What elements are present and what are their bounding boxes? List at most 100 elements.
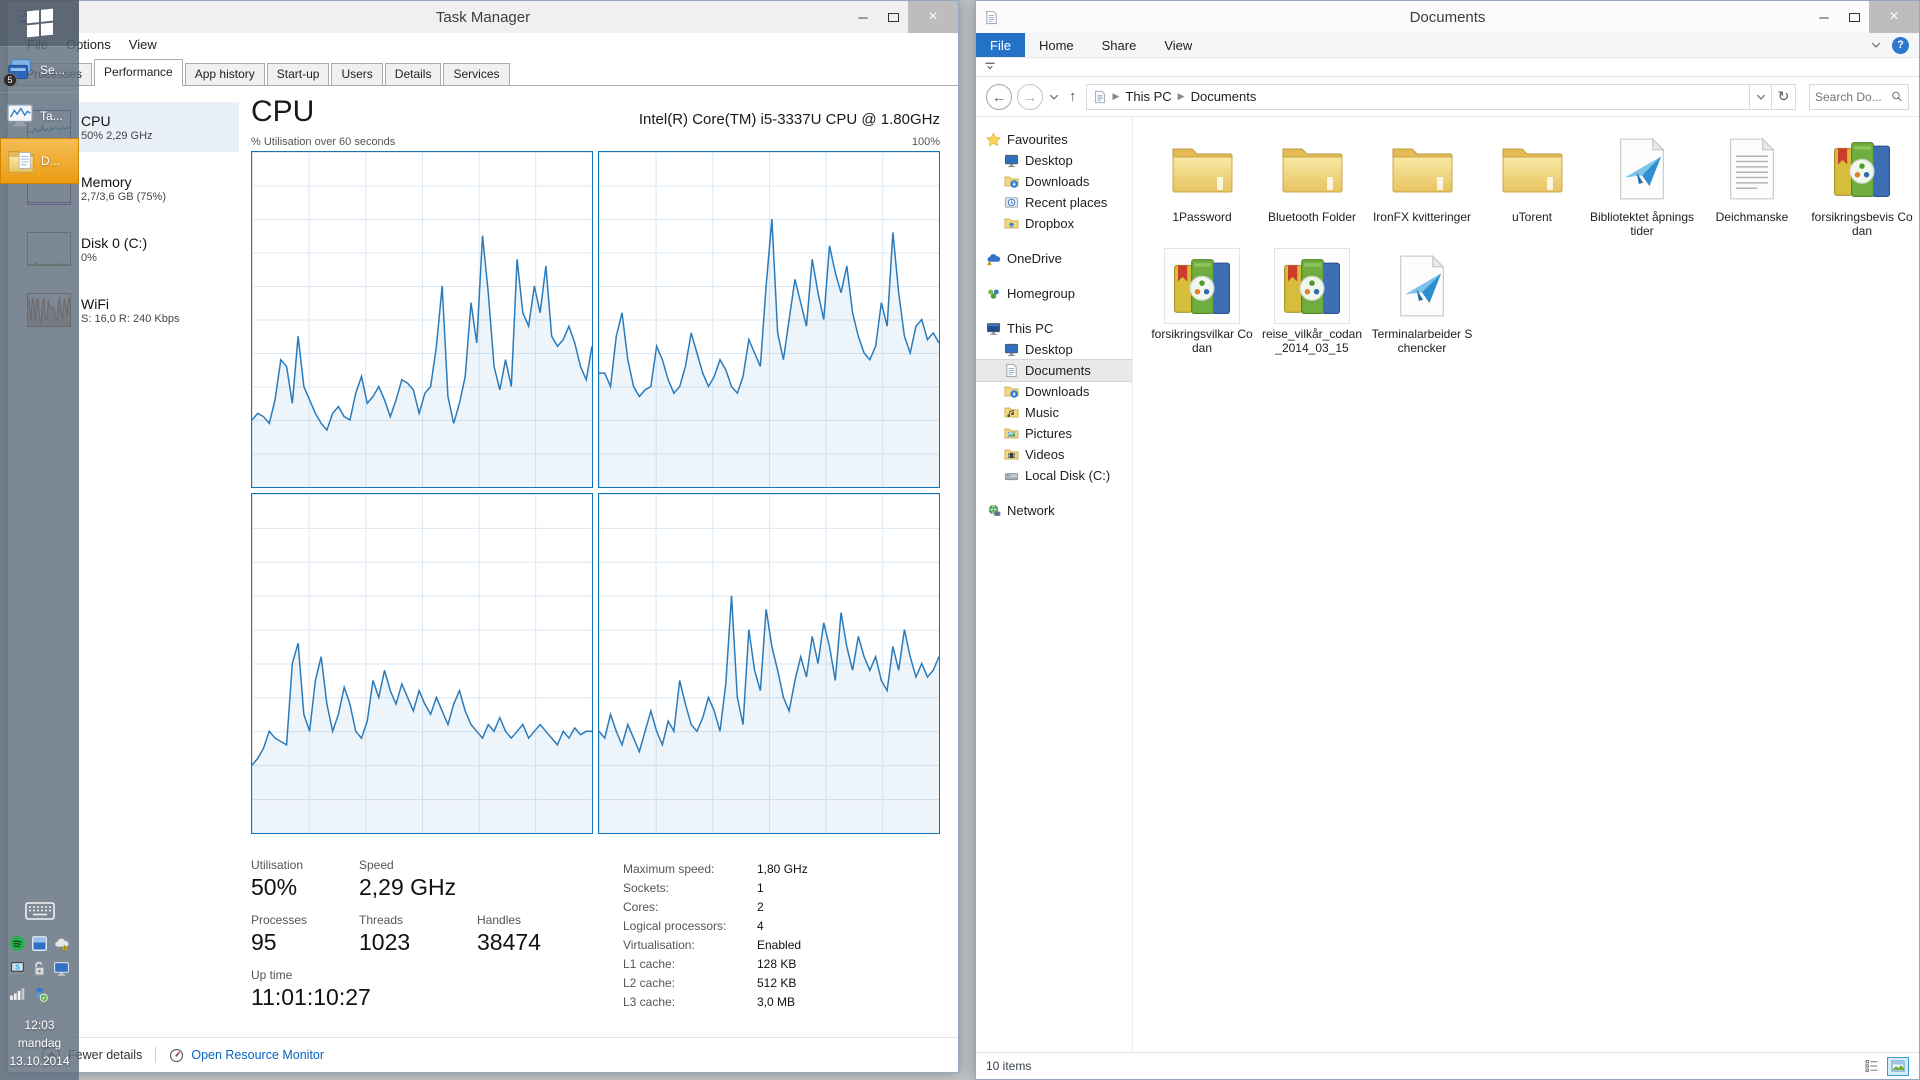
nav-item-desktop[interactable]: Desktop bbox=[976, 339, 1132, 360]
tab-app-history[interactable]: App history bbox=[185, 63, 265, 85]
taskbar-button-ta[interactable]: Ta... bbox=[0, 92, 79, 138]
task-manager-titlebar[interactable]: Task Manager ─ × bbox=[8, 1, 958, 33]
history-chevron-icon[interactable] bbox=[1048, 91, 1060, 103]
spotify-icon[interactable] bbox=[9, 935, 26, 952]
monitor-icon[interactable] bbox=[53, 960, 70, 977]
refresh-button[interactable]: ↻ bbox=[1772, 84, 1796, 110]
detail-label: Maximum speed: bbox=[623, 860, 757, 879]
taskbar-clock[interactable]: 12:03 mandag 13.10.2014 bbox=[0, 1010, 79, 1080]
close-button[interactable]: × bbox=[1869, 1, 1919, 33]
windows-logo-icon bbox=[27, 9, 53, 38]
nav-item-this-pc[interactable]: This PC bbox=[976, 318, 1132, 339]
dropbox-icon[interactable] bbox=[31, 985, 48, 1002]
footer-divider bbox=[155, 1047, 156, 1063]
file-item-reise-vilk-r-codan-2014-03-15[interactable]: reise_vilkår_codan_2014_03_15 bbox=[1257, 248, 1367, 355]
nav-item-documents[interactable]: Documents bbox=[976, 360, 1132, 381]
nav-item-label: Favourites bbox=[1007, 132, 1068, 147]
status-bar: 10 items bbox=[976, 1052, 1919, 1079]
back-button[interactable]: ← bbox=[986, 84, 1012, 110]
forward-button[interactable]: → bbox=[1017, 84, 1043, 110]
search-input[interactable] bbox=[1815, 90, 1891, 104]
up-button[interactable]: ↑ bbox=[1065, 88, 1081, 105]
address-dropdown-button[interactable] bbox=[1750, 84, 1772, 110]
explorer-titlebar[interactable]: Documents ─ × bbox=[976, 1, 1919, 33]
file-item-terminalarbeider-schencker[interactable]: Terminalarbeider Schencker bbox=[1367, 248, 1477, 355]
unlocked-padlock-icon[interactable] bbox=[31, 960, 48, 977]
ribbon-pin-icon[interactable] bbox=[984, 61, 996, 73]
nav-item-local-disk-c[interactable]: Local Disk (C:) bbox=[976, 465, 1132, 486]
tab-details[interactable]: Details bbox=[385, 63, 442, 85]
taskbar-buttons: Se...5Ta...D... bbox=[0, 46, 79, 184]
videos-icon bbox=[1004, 447, 1019, 462]
tab-start-up[interactable]: Start-up bbox=[267, 63, 330, 85]
tab-users[interactable]: Users bbox=[331, 63, 382, 85]
nav-item-onedrive[interactable]: OneDrive bbox=[976, 248, 1132, 269]
cloud-warning-icon[interactable] bbox=[53, 935, 70, 952]
sidebar-item-name: CPU bbox=[81, 113, 153, 129]
fewer-details-button[interactable]: Fewer details bbox=[68, 1048, 142, 1062]
file-item-utorent[interactable]: uTorent bbox=[1477, 131, 1587, 238]
nav-item-downloads[interactable]: Downloads bbox=[976, 171, 1132, 192]
nav-item-label: Pictures bbox=[1025, 426, 1072, 441]
nav-item-homegroup[interactable]: Homegroup bbox=[976, 283, 1132, 304]
file-item-deichmanske[interactable]: Deichmanske bbox=[1697, 131, 1807, 238]
performance-pane: CPU50% 2,29 GHzMemory2,7/3,6 GB (75%)Dis… bbox=[8, 86, 958, 1037]
nav-item-network[interactable]: Network bbox=[976, 500, 1132, 521]
signal-bars-icon[interactable] bbox=[9, 985, 26, 1002]
icons-view-button[interactable] bbox=[1887, 1057, 1909, 1076]
nav-item-downloads[interactable]: Downloads bbox=[976, 381, 1132, 402]
nav-item-desktop[interactable]: Desktop bbox=[976, 150, 1132, 171]
ribbon-tab-view[interactable]: View bbox=[1150, 33, 1206, 57]
item-count: 10 items bbox=[986, 1059, 1031, 1073]
location-icon bbox=[1093, 90, 1107, 104]
taskbar-button-d[interactable]: D... bbox=[0, 138, 79, 184]
nav-item-dropbox[interactable]: Dropbox bbox=[976, 213, 1132, 234]
downloads-icon bbox=[1004, 384, 1019, 399]
ribbon-expand-chevron-icon[interactable] bbox=[1870, 39, 1882, 51]
details-view-button[interactable] bbox=[1861, 1057, 1883, 1076]
graph-axis-label: % Utilisation over 60 seconds bbox=[251, 136, 395, 148]
touch-keyboard-button[interactable] bbox=[0, 895, 79, 927]
cpu-graph-3 bbox=[251, 493, 593, 834]
file-item-bibliotektet-pningstider[interactable]: Bibliotektet åpningstider bbox=[1587, 131, 1697, 238]
breadcrumb-documents[interactable]: Documents bbox=[1191, 89, 1257, 104]
tab-performance[interactable]: Performance bbox=[94, 59, 183, 85]
nav-item-favourites[interactable]: Favourites bbox=[976, 129, 1132, 150]
nav-item-label: Recent places bbox=[1025, 195, 1107, 210]
close-button[interactable]: × bbox=[908, 1, 958, 33]
app-window-icon[interactable] bbox=[31, 935, 48, 952]
file-item-1password[interactable]: 1Password bbox=[1147, 131, 1257, 238]
downloads-icon bbox=[1004, 174, 1019, 189]
file-item-forsikringsbevis-codan[interactable]: forsikringsbevis Codan bbox=[1807, 131, 1917, 238]
file-item-forsikringsvilkar-codan[interactable]: forsikringsvilkar Codan bbox=[1147, 248, 1257, 355]
graph-max-label: 100% bbox=[912, 136, 940, 148]
files-grid: 1PasswordBluetooth FolderIronFX kvitteri… bbox=[1147, 131, 1919, 366]
minimize-button[interactable]: ─ bbox=[1809, 1, 1839, 33]
tab-services[interactable]: Services bbox=[443, 63, 509, 85]
skype-laptop-icon[interactable] bbox=[9, 960, 26, 977]
maximize-button[interactable] bbox=[1839, 1, 1869, 33]
ribbon-tab-file[interactable]: File bbox=[976, 33, 1025, 57]
rar-icon bbox=[1824, 131, 1900, 207]
address-bar[interactable]: ▶ This PC ▶ Documents bbox=[1086, 84, 1751, 110]
nav-item-music[interactable]: Music bbox=[976, 402, 1132, 423]
breadcrumb-this-pc[interactable]: This PC bbox=[1125, 89, 1171, 104]
minimize-button[interactable]: ─ bbox=[848, 1, 878, 33]
help-icon[interactable]: ? bbox=[1892, 37, 1909, 54]
maximize-button[interactable] bbox=[878, 1, 908, 33]
ribbon-tab-home[interactable]: Home bbox=[1025, 33, 1088, 57]
file-item-ironfx-kvitteringer[interactable]: IronFX kvitteringer bbox=[1367, 131, 1477, 238]
nav-item-pictures[interactable]: Pictures bbox=[976, 423, 1132, 444]
open-resource-monitor-link[interactable]: Open Resource Monitor bbox=[191, 1048, 324, 1062]
nav-item-recent-places[interactable]: Recent places bbox=[976, 192, 1132, 213]
nav-item-videos[interactable]: Videos bbox=[976, 444, 1132, 465]
file-item-bluetooth-folder[interactable]: Bluetooth Folder bbox=[1257, 131, 1367, 238]
ribbon-tab-share[interactable]: Share bbox=[1088, 33, 1151, 57]
detail-label: L2 cache: bbox=[623, 974, 757, 993]
nav-item-label: Local Disk (C:) bbox=[1025, 468, 1110, 483]
menu-view[interactable]: View bbox=[120, 37, 166, 52]
nav-item-label: Dropbox bbox=[1025, 216, 1074, 231]
start-button[interactable] bbox=[0, 0, 79, 46]
stat-value: 95 bbox=[251, 929, 359, 956]
taskbar-button-se[interactable]: Se...5 bbox=[0, 46, 79, 92]
